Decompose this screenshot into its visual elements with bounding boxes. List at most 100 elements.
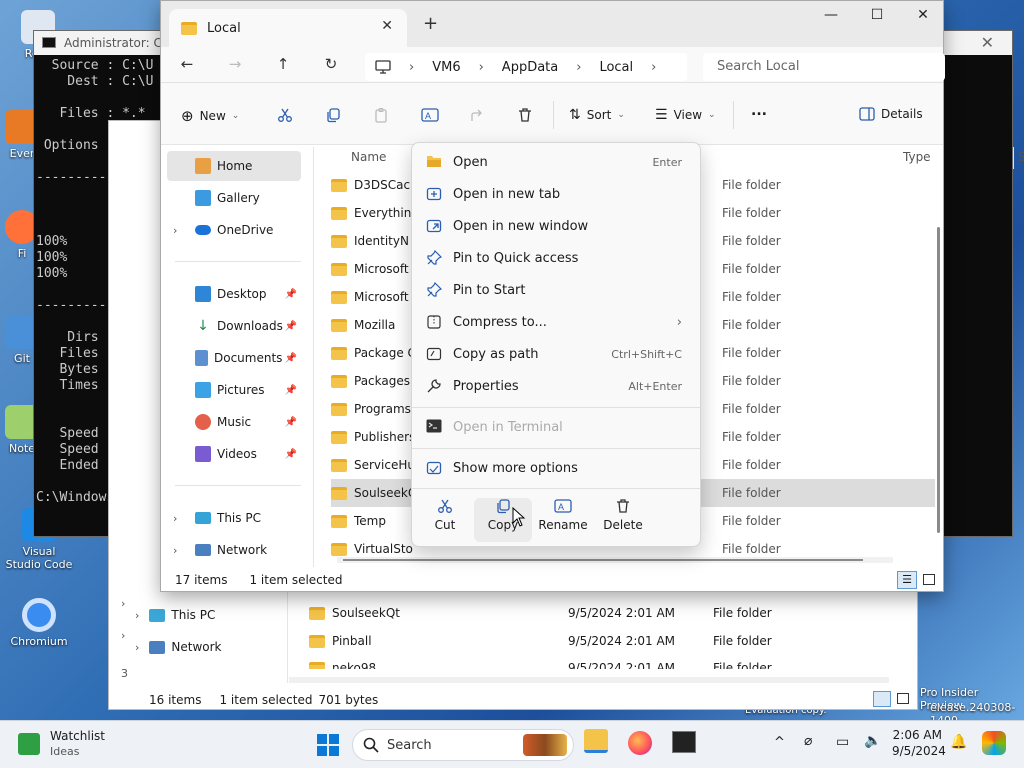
volume-icon[interactable]: 🔈 — [864, 733, 881, 749]
widget-title[interactable]: Watchlist — [50, 729, 105, 743]
display-tray-icon[interactable]: ▭ — [836, 734, 849, 750]
command-bar: ⊕ New ⌄ A ⇅ Sort ⌄ ☰ View ⌄ ... Details — [161, 83, 943, 145]
breadcrumb[interactable]: › VM6 › AppData › Local › — [365, 53, 687, 81]
nav-documents[interactable]: Documents 📌 — [167, 343, 301, 373]
file-date: 9/5/2024 2:01 AM — [568, 634, 676, 648]
tiles-view-icon[interactable] — [897, 693, 909, 704]
firefox-taskbar-icon[interactable] — [628, 731, 652, 755]
quick-delete-button[interactable]: Delete — [594, 498, 652, 542]
nav-network[interactable]: › Network — [135, 631, 285, 663]
nav-this-pc[interactable]: › This PC — [167, 503, 301, 533]
delete-button[interactable] — [517, 107, 533, 123]
column-header-size[interactable]: Size — [1013, 147, 1024, 169]
up-icon[interactable]: ↑ — [273, 55, 293, 75]
list-item[interactable]: SoulseekQt 9/5/2024 2:01 AM File folder — [309, 599, 869, 627]
taskbar: Watchlist Ideas Search ^ ⌀ ▭ 🔈 2:06 AM 9… — [0, 720, 1024, 768]
rename-button[interactable]: A — [421, 107, 439, 123]
maximize-icon[interactable]: ☐ — [867, 7, 887, 27]
menu-item-pin-start[interactable]: Pin to Start — [422, 275, 692, 305]
chevron-right-icon[interactable]: › — [173, 512, 177, 525]
vertical-scrollbar[interactable] — [937, 227, 940, 533]
nav-this-pc[interactable]: › This PC — [135, 599, 285, 631]
details-view-icon[interactable] — [873, 691, 891, 707]
menu-label: Open in new tab — [453, 186, 561, 202]
nav-network[interactable]: › Network — [167, 535, 301, 565]
column-header-type[interactable]: Type — [903, 147, 931, 169]
paste-button[interactable] — [373, 107, 389, 123]
new-button[interactable]: ⊕ New ⌄ — [181, 107, 239, 125]
copy-button[interactable] — [325, 107, 341, 123]
menu-item-open[interactable]: Open Enter — [422, 147, 692, 177]
list-item[interactable]: Pinball 9/5/2024 2:01 AM File folder — [309, 627, 869, 655]
nav-downloads[interactable]: ↓ Downloads 📌 — [167, 311, 301, 341]
file-type: File folder — [722, 290, 781, 304]
sort-button[interactable]: ⇅ Sort ⌄ — [569, 107, 625, 123]
nav-music[interactable]: Music 📌 — [167, 407, 301, 437]
cut-button[interactable] — [277, 107, 293, 123]
chevron-right-icon[interactable]: › — [121, 597, 125, 610]
tiles-view-icon[interactable] — [923, 574, 935, 585]
menu-item-open-new-tab[interactable]: Open in new tab — [422, 179, 692, 209]
copilot-icon[interactable] — [982, 731, 1006, 755]
close-window-icon[interactable]: ✕ — [913, 7, 933, 27]
breadcrumb-item[interactable]: VM6 — [432, 60, 460, 75]
details-button[interactable]: Details — [859, 107, 923, 121]
file-name: Microsoft — [354, 262, 409, 276]
quick-cut-button[interactable]: Cut — [416, 498, 474, 542]
refresh-icon[interactable]: ↻ — [321, 55, 341, 75]
menu-item-open-new-window[interactable]: Open in new window — [422, 211, 692, 241]
back-icon[interactable]: ← — [177, 55, 197, 75]
new-tab-button[interactable]: + — [423, 13, 438, 34]
minimize-icon[interactable]: — — [821, 7, 841, 27]
menu-item-compress[interactable]: Compress to... › — [422, 307, 692, 337]
more-button[interactable]: ... — [751, 103, 767, 119]
widgets-icon[interactable] — [18, 733, 40, 755]
quick-rename-button[interactable]: A Rename — [534, 498, 592, 542]
nav-videos[interactable]: Videos 📌 — [167, 439, 301, 469]
menu-item-pin-quick-access[interactable]: Pin to Quick access — [422, 243, 692, 273]
nav-home[interactable]: Home — [167, 151, 301, 181]
column-header-name[interactable]: Name — [351, 147, 386, 169]
network-tray-icon[interactable]: ⌀ — [804, 733, 812, 749]
view-button[interactable]: ☰ View ⌄ — [655, 107, 716, 123]
forward-icon[interactable]: → — [225, 55, 245, 75]
file-explorer-taskbar-icon[interactable] — [584, 729, 608, 753]
chromium-icon[interactable]: Chromium — [4, 598, 74, 648]
menu-item-properties[interactable]: Properties Alt+Enter — [422, 371, 692, 401]
horizontal-scrollbar[interactable] — [289, 677, 889, 683]
clock-time[interactable]: 2:06 AM — [892, 728, 942, 742]
taskbar-search[interactable]: Search — [352, 729, 574, 761]
clock-date[interactable]: 9/5/2024 — [892, 744, 946, 758]
terminal-taskbar-icon[interactable] — [672, 731, 696, 753]
tab-local[interactable]: Local ✕ — [169, 9, 407, 47]
menu-item-copy-as-path[interactable]: Copy as path Ctrl+Shift+C — [422, 339, 692, 369]
start-icon[interactable] — [316, 733, 340, 757]
folder-icon — [331, 178, 347, 192]
details-view-icon[interactable]: ☰ — [897, 571, 917, 589]
pin-icon: 📌 — [284, 288, 297, 300]
nav-pictures[interactable]: Pictures 📌 — [167, 375, 301, 405]
close-tab-icon[interactable]: ✕ — [381, 18, 393, 34]
notification-bell-icon[interactable]: 🔔 — [950, 734, 967, 750]
folder-icon — [331, 486, 347, 500]
chevron-right-icon[interactable]: › — [173, 224, 177, 237]
new-label: New — [199, 109, 226, 123]
chevron-right-icon[interactable]: › — [173, 544, 177, 557]
share-button[interactable] — [469, 107, 485, 123]
chevron-up-icon[interactable]: ^ — [774, 735, 785, 750]
nav-gallery[interactable]: Gallery — [167, 183, 301, 213]
list-item[interactable]: neko98 9/5/2024 2:01 AM File folder — [309, 655, 869, 669]
breadcrumb-item[interactable]: AppData — [502, 60, 558, 75]
horizontal-scrollbar[interactable] — [337, 557, 893, 563]
menu-label: Properties — [453, 378, 519, 394]
chevron-right-icon[interactable]: › — [121, 629, 125, 642]
nav-onedrive[interactable]: › OneDrive — [167, 215, 301, 245]
close-icon[interactable]: ✕ — [981, 31, 994, 55]
breadcrumb-item[interactable]: Local — [599, 60, 633, 75]
nav-desktop[interactable]: Desktop 📌 — [167, 279, 301, 309]
file-name: neko98 — [332, 661, 377, 669]
menu-item-show-more[interactable]: Show more options — [422, 453, 692, 483]
file-type: File folder — [722, 234, 781, 248]
search-input[interactable]: Search Local — [703, 53, 945, 81]
menu-item-open-terminal[interactable]: Open in Terminal — [422, 412, 692, 442]
